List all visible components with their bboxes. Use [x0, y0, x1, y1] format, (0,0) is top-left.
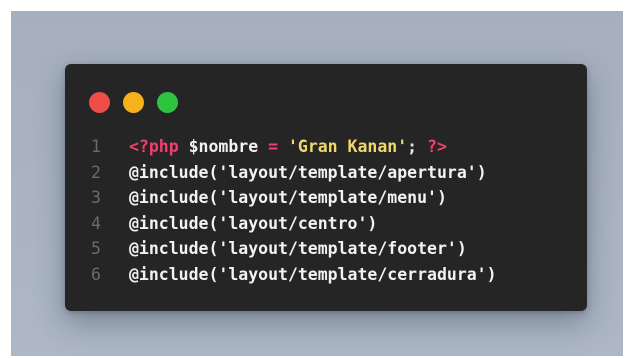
- code-token-default: ): [436, 188, 447, 208]
- code-token-operator: =: [268, 137, 279, 156]
- code-content: @include('layout/centro'): [129, 211, 377, 237]
- line-number: 1: [91, 137, 101, 156]
- line-number: 4: [91, 213, 101, 233]
- code-token-default: @include(: [129, 188, 219, 208]
- code-content: @include('layout/template/cerradura'): [129, 262, 497, 288]
- code-token-punct: ;: [407, 137, 428, 156]
- code-token-default: @include(: [129, 264, 219, 284]
- code-token-default: @include(: [129, 239, 219, 259]
- code-token-default: @include(: [129, 162, 219, 182]
- code-line: 3 @include('layout/template/menu'): [91, 185, 497, 211]
- close-button-icon[interactable]: [89, 92, 110, 113]
- code-token-default: ): [486, 264, 497, 284]
- code-content: <?php $nombre = 'Gran Kanan'; ?>: [129, 134, 447, 160]
- code-token-default: ): [367, 213, 378, 233]
- code-token-variable: $nombre: [178, 137, 269, 156]
- code-token-string: 'Gran Kanan': [278, 137, 408, 156]
- code-token-php-tag: ?>: [427, 137, 447, 156]
- line-number: 3: [91, 188, 101, 208]
- line-number: 2: [91, 162, 101, 182]
- code-token-default: ): [456, 239, 467, 259]
- code-token-default: 'layout/template/menu': [218, 188, 437, 208]
- code-block: 1 <?php $nombre = 'Gran Kanan'; ?> 2 @inclu…: [91, 134, 497, 288]
- maximize-button-icon[interactable]: [157, 92, 178, 113]
- code-line: 1 <?php $nombre = 'Gran Kanan'; ?>: [91, 134, 497, 160]
- code-token-default: ): [476, 162, 487, 182]
- code-window: 1 <?php $nombre = 'Gran Kanan'; ?> 2 @inclu…: [65, 64, 587, 311]
- code-line: 5 @include('layout/template/footer'): [91, 236, 497, 262]
- window-controls: [89, 92, 178, 113]
- minimize-button-icon[interactable]: [123, 92, 144, 113]
- code-token-default: @include(: [129, 213, 219, 233]
- code-line: 2 @include('layout/template/apertura'): [91, 160, 497, 186]
- code-line: 4 @include('layout/centro'): [91, 211, 497, 237]
- code-token-default: 'layout/template/apertura': [218, 162, 477, 182]
- code-line: 6 @include('layout/template/cerradura'): [91, 262, 497, 288]
- code-token-default: 'layout/template/cerradura': [218, 264, 487, 284]
- code-content: @include('layout/template/menu'): [129, 185, 447, 211]
- code-token-default: 'layout/centro': [218, 213, 368, 233]
- code-content: @include('layout/template/footer'): [129, 236, 467, 262]
- line-number: 6: [91, 264, 101, 284]
- line-number: 5: [91, 239, 101, 259]
- page-frame: 1 <?php $nombre = 'Gran Kanan'; ?> 2 @inclu…: [0, 0, 626, 358]
- code-token-php-tag: <?php: [129, 137, 179, 156]
- code-token-default: 'layout/template/footer': [218, 239, 457, 259]
- code-content: @include('layout/template/apertura'): [129, 160, 487, 186]
